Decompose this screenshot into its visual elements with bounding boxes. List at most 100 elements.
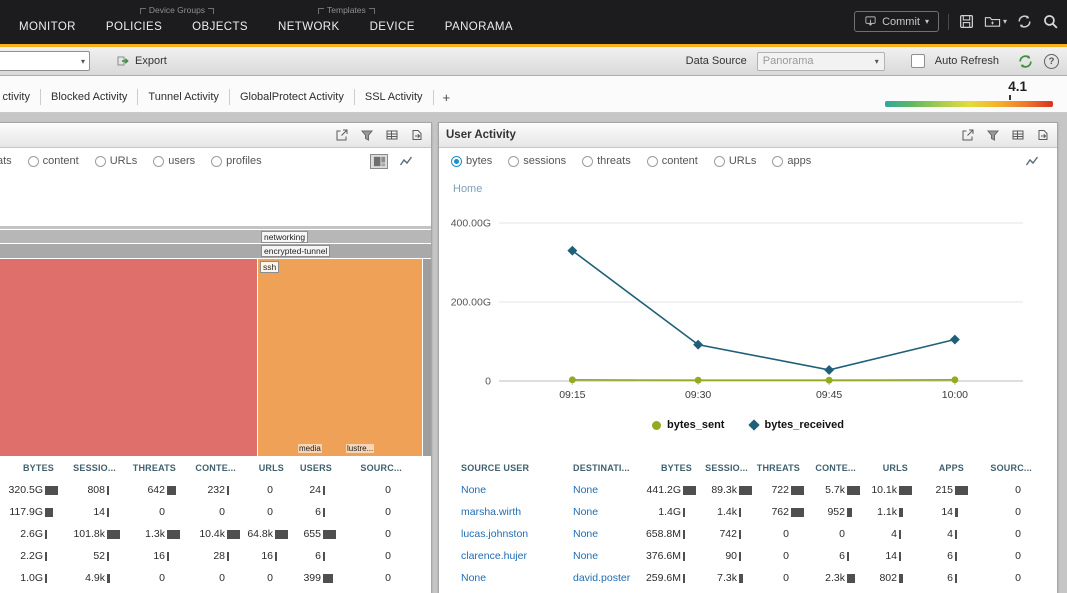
- column-header[interactable]: URLS: [241, 456, 289, 479]
- legend-bytes_received[interactable]: bytes_received: [750, 419, 844, 431]
- table-row[interactable]: 2.6G101.8k1.3k10.4k64.8k6550: [0, 523, 407, 545]
- add-tab-button[interactable]: +: [433, 90, 460, 105]
- column-header[interactable]: THREATS: [753, 456, 805, 479]
- trend-view-icon[interactable]: [1023, 154, 1041, 169]
- user-link[interactable]: clarence.hujer: [447, 545, 559, 567]
- radio-users[interactable]: users: [153, 155, 195, 167]
- data-source-select[interactable]: Panorama ▾: [757, 52, 885, 71]
- radio-content[interactable]: content: [28, 155, 79, 167]
- column-header[interactable]: CONTE...: [805, 456, 861, 479]
- search-icon[interactable]: [1042, 13, 1059, 30]
- column-header[interactable]: THREATS: [121, 456, 181, 479]
- column-header[interactable]: DESTINATI...: [559, 456, 635, 479]
- treemap-band-networking[interactable]: networking: [0, 230, 431, 243]
- export-widget-icon[interactable]: [410, 128, 424, 142]
- chevron-down-icon: ▾: [875, 57, 879, 66]
- treemap-band-top[interactable]: [0, 226, 431, 229]
- user-link[interactable]: None: [559, 589, 635, 593]
- table-row[interactable]: lucas.johnstonNone658.8M74200440: [447, 523, 1037, 545]
- user-link[interactable]: None: [559, 501, 635, 523]
- maximize-icon[interactable]: [961, 128, 975, 142]
- save-icon[interactable]: [958, 13, 975, 30]
- table-row[interactable]: 872.1M22.5k00152320: [0, 589, 407, 593]
- help-icon[interactable]: ?: [1044, 54, 1059, 69]
- tab-activity-partial[interactable]: Activity: [0, 89, 40, 105]
- nav-monitor[interactable]: MONITOR: [4, 16, 91, 42]
- sync-icon[interactable]: [1017, 53, 1034, 70]
- column-header[interactable]: APPS: [913, 456, 969, 479]
- user-link[interactable]: None: [559, 523, 635, 545]
- nav-panorama[interactable]: PANORAMA: [430, 16, 528, 42]
- table-row[interactable]: 2.2G5216281660: [0, 545, 407, 567]
- table-row[interactable]: 320.5G8086422320240: [0, 479, 407, 501]
- treemap-block-sliver[interactable]: [423, 259, 431, 456]
- user-link[interactable]: steven.sharma: [447, 589, 559, 593]
- maximize-icon[interactable]: [335, 128, 349, 142]
- trend-view-icon[interactable]: [397, 154, 415, 169]
- filter-icon[interactable]: [360, 128, 374, 142]
- table-row[interactable]: Nonedavid.poster259.6M7.3k02.3k80260: [447, 567, 1037, 589]
- treemap-block-ssh[interactable]: ssh media lustre...: [258, 259, 422, 456]
- export-widget-icon[interactable]: [1036, 128, 1050, 142]
- cell-value: 0: [783, 528, 789, 540]
- user-link[interactable]: None: [447, 479, 559, 501]
- column-header[interactable]: CONTE...: [181, 456, 241, 479]
- nav-policies[interactable]: POLICIES: [91, 16, 177, 42]
- nav-network[interactable]: NETWORK: [263, 16, 355, 42]
- table-view-icon[interactable]: [1011, 128, 1025, 142]
- breadcrumb-home[interactable]: Home: [453, 183, 482, 195]
- table-row[interactable]: 1.0G4.9k0003990: [0, 567, 407, 589]
- export-button[interactable]: Export: [116, 54, 167, 68]
- column-header[interactable]: SESSIO...: [697, 456, 753, 479]
- commit-button[interactable]: Commit ▾: [854, 11, 939, 32]
- tab-globalprotect-activity[interactable]: GlobalProtect Activity: [229, 89, 354, 105]
- filter-icon[interactable]: [986, 128, 1000, 142]
- radio-urls[interactable]: URLs: [714, 155, 757, 167]
- cell-value: 28: [213, 550, 225, 562]
- column-header[interactable]: URLS: [861, 456, 913, 479]
- table-row[interactable]: marsha.wirthNone1.4G1.4k7629521.1k140: [447, 501, 1037, 523]
- radio-threats[interactable]: threats: [582, 155, 631, 167]
- radio-threats[interactable]: threats: [0, 155, 12, 167]
- nav-device[interactable]: DEVICE: [355, 16, 430, 42]
- auto-refresh-checkbox[interactable]: [911, 54, 925, 68]
- column-header[interactable]: SOURCE USER: [447, 456, 559, 479]
- tab-blocked-activity[interactable]: Blocked Activity: [40, 89, 137, 105]
- column-header[interactable]: BYTES: [635, 456, 697, 479]
- numeric-cell: 0: [969, 479, 1037, 501]
- radio-bytes[interactable]: bytes: [451, 155, 492, 167]
- radio-sessions[interactable]: sessions: [508, 155, 566, 167]
- task-manager-button[interactable]: ▾: [984, 13, 1007, 30]
- radio-content[interactable]: content: [647, 155, 698, 167]
- table-row[interactable]: 117.9G1400060: [0, 501, 407, 523]
- tab-tunnel-activity[interactable]: Tunnel Activity: [137, 89, 229, 105]
- refresh-icon[interactable]: [1016, 13, 1033, 30]
- table-row[interactable]: NoneNone441.2G89.3k7225.7k10.1k2150: [447, 479, 1037, 501]
- tab-ssl-activity[interactable]: SSL Activity: [354, 89, 433, 105]
- user-link[interactable]: None: [559, 479, 635, 501]
- user-link[interactable]: lucas.johnston: [447, 523, 559, 545]
- table-view-icon[interactable]: [385, 128, 399, 142]
- table-row[interactable]: steven.sharmaNone234.1M4.4k0423690: [447, 589, 1037, 593]
- radio-apps[interactable]: apps: [772, 155, 811, 167]
- radio-urls[interactable]: URLs: [95, 155, 138, 167]
- nav-objects[interactable]: OBJECTS: [177, 16, 263, 42]
- treemap-block-large[interactable]: [0, 259, 257, 456]
- treemap-view-icon[interactable]: [370, 154, 388, 169]
- radio-profiles[interactable]: profiles: [211, 155, 261, 167]
- column-header[interactable]: USERS: [289, 456, 337, 479]
- column-header[interactable]: BYTES: [0, 456, 59, 479]
- treemap-band-encrypted-tunnel[interactable]: encrypted-tunnel: [0, 244, 431, 258]
- column-header[interactable]: SOURC...: [969, 456, 1037, 479]
- table-row[interactable]: clarence.hujerNone376.6M90061460: [447, 545, 1037, 567]
- column-header[interactable]: SOURC...: [337, 456, 407, 479]
- user-link[interactable]: None: [447, 567, 559, 589]
- numeric-cell: 742: [697, 523, 753, 545]
- time-range-select[interactable]: ▾: [0, 51, 90, 71]
- legend-bytes_sent[interactable]: bytes_sent: [652, 419, 724, 431]
- value-bar: [953, 574, 968, 583]
- user-link[interactable]: None: [559, 545, 635, 567]
- column-header[interactable]: SESSIO...: [59, 456, 121, 479]
- user-link[interactable]: david.poster: [559, 567, 635, 589]
- user-link[interactable]: marsha.wirth: [447, 501, 559, 523]
